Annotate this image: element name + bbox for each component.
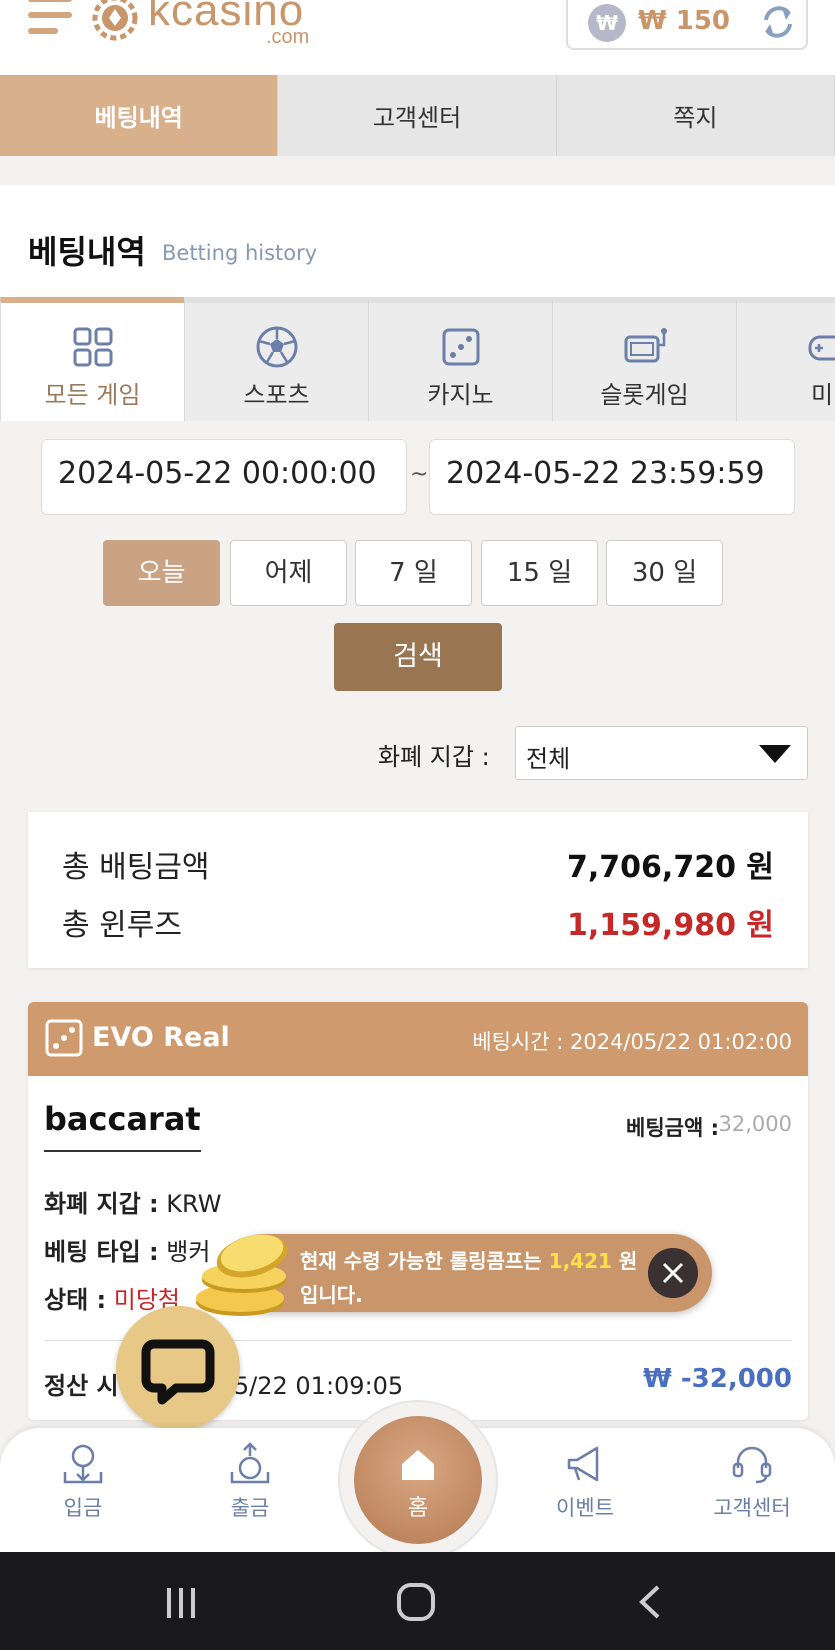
- currency-filter-label: 화폐 지갑 :: [378, 743, 490, 771]
- currency-select-value: 전체: [526, 745, 571, 773]
- tab-label: 슬롯게임: [600, 381, 689, 409]
- logo-chip-icon: [92, 0, 138, 41]
- tab-mini-games[interactable]: 미니: [736, 297, 835, 421]
- headset-icon: [732, 1446, 772, 1484]
- recent-apps-icon[interactable]: [164, 1586, 198, 1620]
- nav-label: 이벤트: [556, 1496, 614, 1520]
- bet-type-row: 베팅 타입 : 뱅커: [44, 1238, 211, 1266]
- tab-messages[interactable]: 쪽지: [556, 75, 835, 156]
- nav-customer-center[interactable]: 고객센터: [692, 1442, 812, 1522]
- dice-icon: [442, 328, 479, 366]
- deposit-icon: [63, 1444, 103, 1484]
- range-30days-button[interactable]: 30 일: [606, 540, 723, 606]
- nav-label: 홈: [407, 1496, 429, 1521]
- tab-slots[interactable]: 슬롯게임: [552, 297, 736, 421]
- logo-domain: .com: [266, 26, 310, 48]
- home-icon: [402, 1450, 434, 1480]
- grid-icon: [73, 327, 112, 367]
- provider-name: EVO Real: [92, 1022, 230, 1053]
- nav-label: 입금: [63, 1496, 103, 1520]
- bet-time: 베팅시간 : 2024/05/22 01:02:00: [472, 1030, 792, 1054]
- tab-customer-center[interactable]: 고객센터: [278, 75, 557, 156]
- start-date-input[interactable]: 2024-05-22 00:00:00: [41, 439, 407, 515]
- date-separator: ~: [410, 462, 429, 487]
- range-today-button[interactable]: 오늘: [103, 540, 220, 606]
- range-yesterday-button[interactable]: 어제: [230, 540, 347, 606]
- system-navigation-bar: [0, 1552, 835, 1650]
- section-header: 베팅내역 Betting history: [0, 185, 835, 297]
- wallet-balance[interactable]: ₩ ₩ 150: [566, 0, 808, 50]
- game-name: baccarat: [44, 1100, 201, 1152]
- total-winloss-value: 1,159,980 원: [567, 908, 774, 943]
- bet-amount-value: 32,000: [718, 1112, 792, 1136]
- betting-summary: 총 배팅금액 7,706,720 원 총 윈루즈 1,159,980 원: [28, 812, 808, 968]
- tab-label: 스포츠: [243, 381, 310, 409]
- caret-down-icon: [759, 745, 791, 763]
- tab-label: 카지노: [427, 381, 494, 409]
- dice-icon: [45, 1019, 83, 1057]
- won-icon: ₩: [588, 4, 626, 42]
- slot-machine-icon: [624, 328, 667, 363]
- top-tabs: 베팅내역 고객센터 쪽지: [0, 75, 835, 156]
- total-winloss-label: 총 윈루즈: [62, 908, 182, 943]
- bet-card-header: EVO Real 베팅시간 : 2024/05/22 01:02:00: [28, 1002, 808, 1076]
- tab-all-games[interactable]: 모든 게임: [0, 297, 184, 421]
- gamepad-icon: [808, 335, 835, 361]
- nav-home-button[interactable]: 홈: [354, 1416, 482, 1544]
- chat-bubble-icon: [141, 1339, 215, 1405]
- total-bet-value: 7,706,720 원: [567, 850, 774, 885]
- nav-withdraw[interactable]: 출금: [190, 1442, 310, 1522]
- soccer-ball-icon: [256, 326, 297, 368]
- nav-events[interactable]: 이벤트: [525, 1442, 645, 1522]
- range-15days-button[interactable]: 15 일: [481, 540, 598, 606]
- page-subtitle: Betting history: [162, 241, 318, 265]
- balance-amount: ₩ 150: [638, 6, 731, 36]
- nav-deposit[interactable]: 입금: [23, 1442, 143, 1522]
- live-chat-button[interactable]: [116, 1306, 240, 1430]
- megaphone-icon: [567, 1446, 599, 1482]
- close-icon[interactable]: [648, 1248, 698, 1298]
- settle-amount: ₩ -32,000: [643, 1364, 792, 1394]
- bet-amount-label: 베팅금액 :: [626, 1116, 719, 1140]
- toast-message: 현재 수령 가능한 롤링콤프는 1,421 원 입니다.: [300, 1249, 638, 1307]
- tab-sports[interactable]: 스포츠: [184, 297, 368, 421]
- wallet-row: 화폐 지갑 : KRW: [44, 1190, 222, 1218]
- back-icon[interactable]: [636, 1584, 666, 1620]
- withdraw-icon: [230, 1442, 270, 1484]
- total-bet-label: 총 배팅금액: [62, 850, 210, 885]
- nav-label: 고객센터: [713, 1496, 791, 1520]
- end-date-input[interactable]: 2024-05-22 23:59:59: [429, 439, 795, 515]
- refresh-icon[interactable]: [758, 2, 798, 42]
- range-7days-button[interactable]: 7 일: [355, 540, 472, 606]
- search-button[interactable]: 검색: [334, 623, 502, 691]
- currency-select[interactable]: 전체: [515, 726, 808, 780]
- home-system-icon[interactable]: [396, 1582, 436, 1622]
- tab-label: 모든 게임: [44, 381, 141, 409]
- nav-label: 출금: [230, 1496, 270, 1520]
- game-category-tabs: 모든 게임 스포츠 카지노 슬롯게임 미: [0, 297, 835, 421]
- tab-betting-history[interactable]: 베팅내역: [0, 75, 279, 156]
- tab-casino[interactable]: 카지노: [368, 297, 552, 421]
- page-title: 베팅내역: [28, 233, 146, 271]
- tab-label: 미니: [811, 381, 835, 409]
- app-header: kcasino .com ₩ ₩ 150: [0, 0, 835, 75]
